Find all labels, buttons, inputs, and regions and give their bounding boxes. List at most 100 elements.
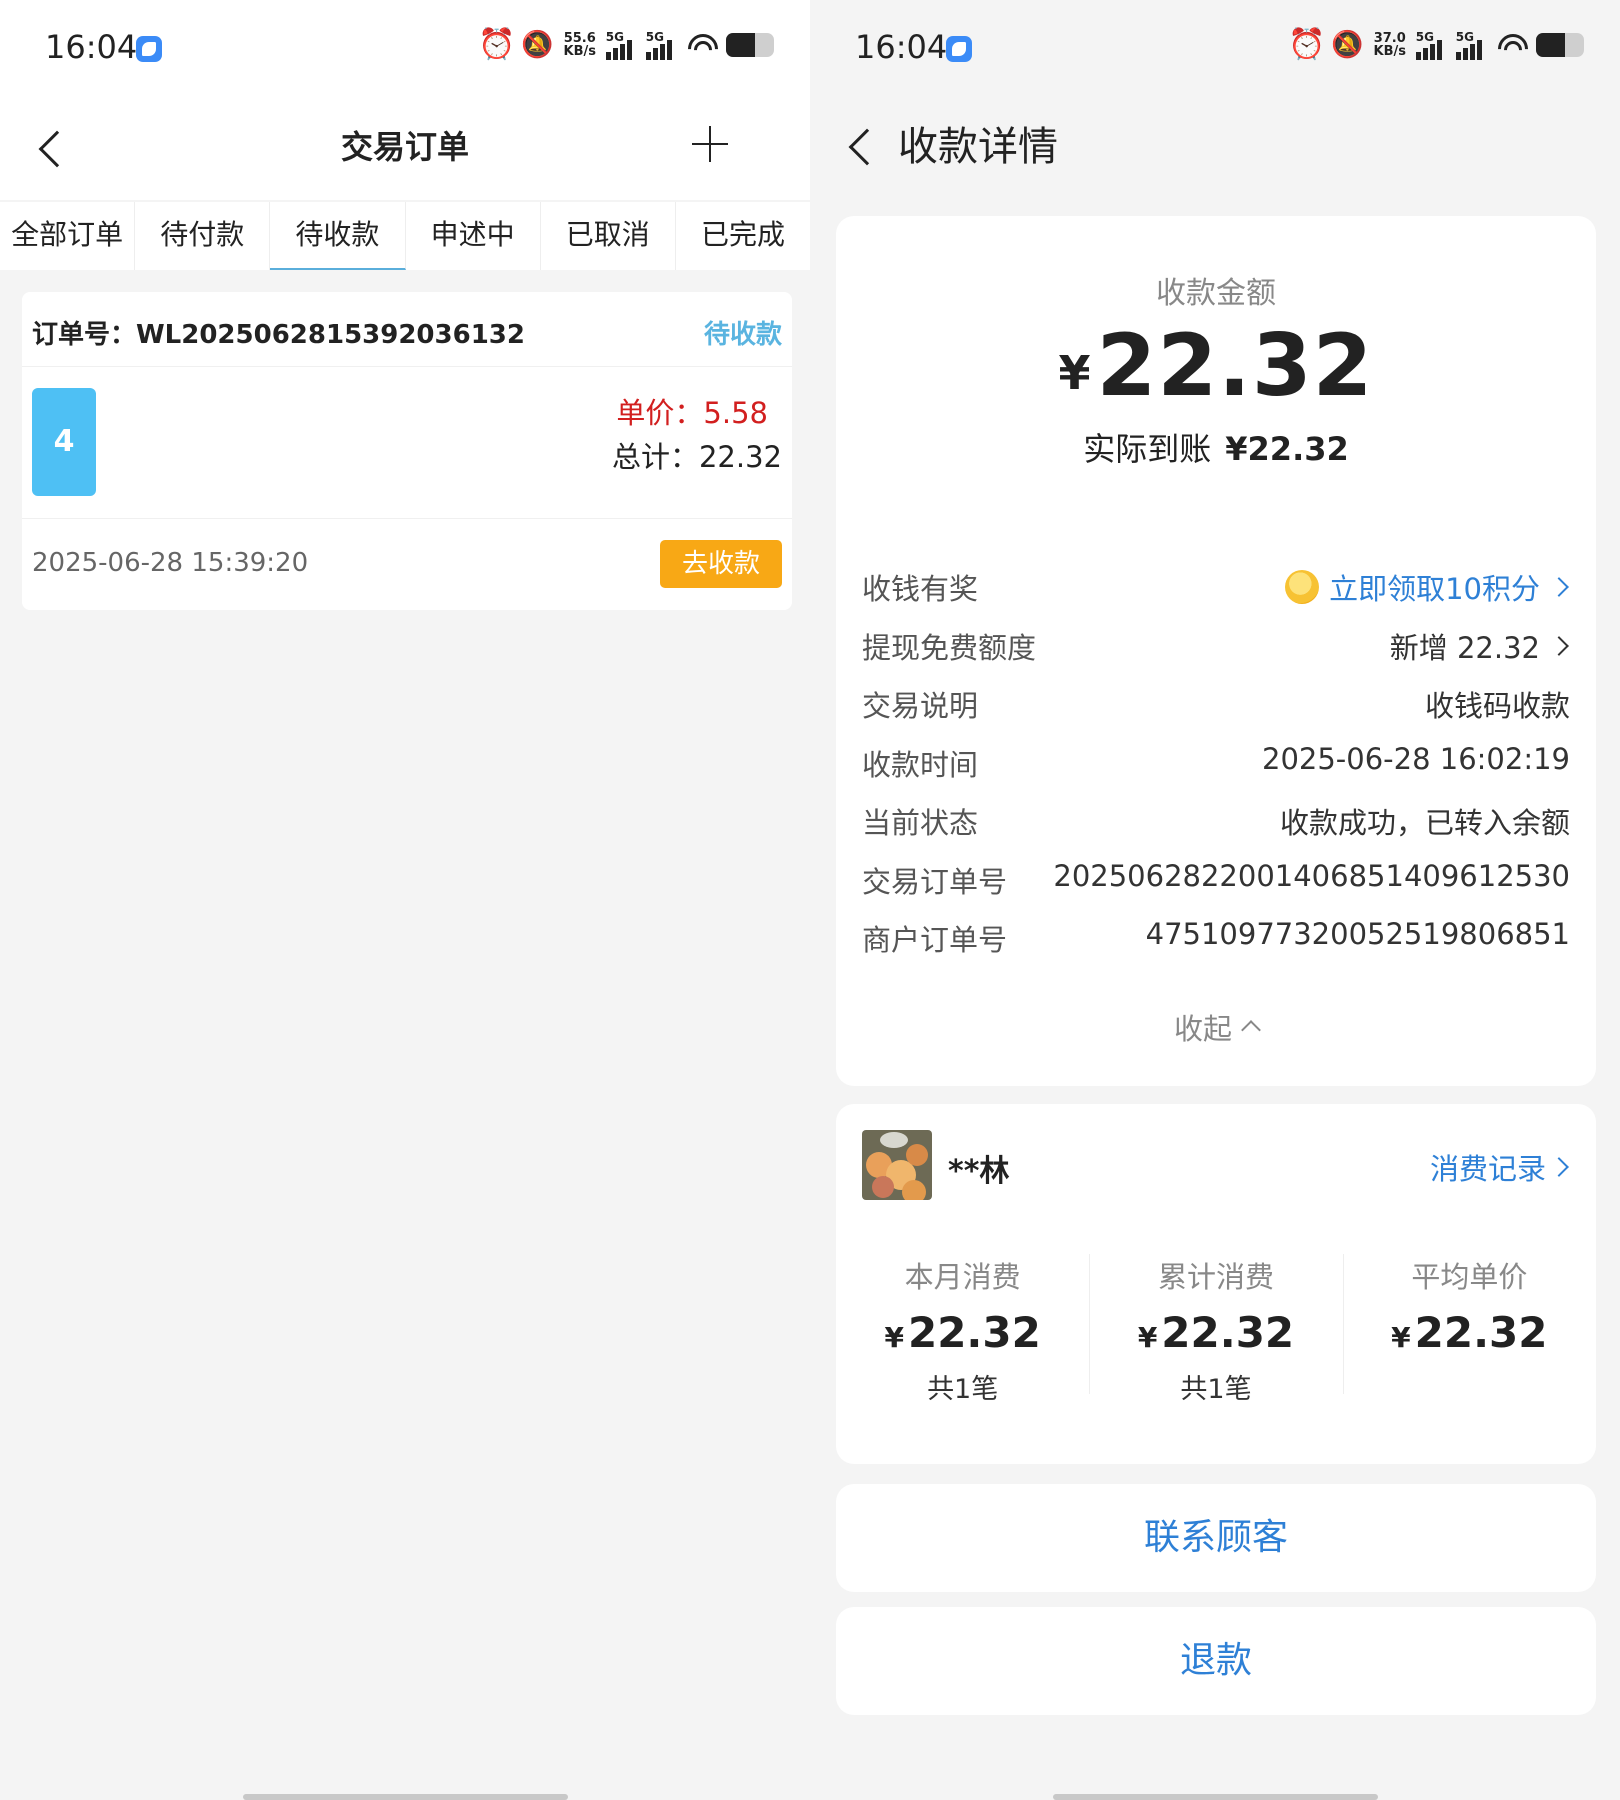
signal-icon: 5G bbox=[1415, 30, 1450, 60]
contact-customer-button[interactable]: 联系顾客 bbox=[836, 1484, 1596, 1592]
app-notification-icon bbox=[136, 36, 162, 62]
status-bar: 16:04 ⏰ 🔕 55.6 KB/s 5G 5G bbox=[0, 0, 810, 96]
detail-value: 收钱码收款 bbox=[1424, 689, 1570, 723]
detail-label: 收款时间 bbox=[862, 747, 979, 782]
order-total: 总计：22.32 bbox=[611, 440, 782, 474]
page-title: 交易订单 bbox=[340, 128, 469, 166]
refund-button[interactable]: 退款 bbox=[836, 1607, 1596, 1715]
detail-row-time: 收款时间 2025-06-28 16:02:19 bbox=[862, 732, 1570, 791]
status-icons: ⏰ 🔕 55.6 KB/s 5G 5G bbox=[478, 30, 774, 60]
orders-screen: 16:04 ⏰ 🔕 55.6 KB/s 5G 5G 交易订单 全部订单 待付款 … bbox=[0, 0, 810, 1800]
actual-received: 实际到账 ¥22.32 bbox=[836, 424, 1596, 470]
coin-icon bbox=[1285, 570, 1320, 604]
stat-label: 本月消费 bbox=[904, 1260, 1021, 1294]
home-indicator[interactable] bbox=[243, 1794, 568, 1800]
battery-icon bbox=[725, 33, 774, 57]
stat-label: 累计消费 bbox=[1157, 1260, 1274, 1294]
detail-value: 收款成功，已转入余额 bbox=[1279, 806, 1570, 840]
amount-card: 收款金额 ¥22.32 实际到账 ¥22.32 收钱有奖 立即领取10积分 提现免… bbox=[836, 216, 1596, 1086]
detail-value: 47510977320052519806851 bbox=[1145, 917, 1570, 951]
customer-card: **林 消费记录 本月消费 ¥22.32 共1笔 累计消费 ¥22.32 共1笔… bbox=[836, 1104, 1596, 1464]
collapse-label: 收起 bbox=[1173, 1012, 1232, 1046]
customer-name: **林 bbox=[948, 1154, 1010, 1189]
reward-link[interactable]: 立即领取10积分 bbox=[1285, 566, 1570, 608]
free-quota-link[interactable]: 新增 22.32 bbox=[1390, 625, 1570, 667]
signal-icon: 5G bbox=[1455, 30, 1490, 60]
tab-pending-payment[interactable]: 待付款 bbox=[135, 202, 271, 270]
detail-value: 新增 22.32 bbox=[1389, 630, 1540, 665]
stat-count: 共1笔 bbox=[1180, 1374, 1252, 1405]
detail-row-status: 当前状态 收款成功，已转入余额 bbox=[862, 790, 1570, 849]
amount-label: 收款金额 bbox=[1156, 276, 1276, 311]
amount-value: ¥22.32 bbox=[836, 316, 1596, 416]
signal-icon: 5G bbox=[605, 30, 640, 60]
battery-level bbox=[725, 33, 755, 57]
nav-bar: 交易订单 bbox=[0, 96, 810, 200]
back-button[interactable] bbox=[840, 120, 886, 170]
detail-label: 收钱有奖 bbox=[862, 572, 979, 606]
wifi-icon bbox=[685, 32, 720, 58]
purchase-records-link[interactable]: 消费记录 bbox=[1430, 1146, 1570, 1188]
detail-value: 立即领取10积分 bbox=[1329, 572, 1540, 606]
detail-row-free-quota[interactable]: 提现免费额度 新增 22.32 bbox=[862, 615, 1570, 674]
stat-value: ¥22.32 bbox=[1137, 1308, 1295, 1357]
chevron-up-icon bbox=[1241, 1020, 1261, 1040]
tab-all-orders[interactable]: 全部订单 bbox=[0, 202, 136, 270]
detail-row-trade-order-no: 交易订单号 20250628220014068514​09612530 bbox=[862, 849, 1570, 908]
divider bbox=[22, 518, 792, 519]
detail-value: 20250628220014068514​09612530 bbox=[1053, 858, 1570, 893]
collect-payment-button[interactable]: 去收款 bbox=[660, 540, 782, 588]
chevron-right-icon bbox=[1549, 1157, 1569, 1177]
mute-bell-icon: 🔕 bbox=[1331, 30, 1364, 60]
status-time: 16:04 bbox=[45, 28, 138, 66]
avatar bbox=[862, 1130, 932, 1200]
screen: 16:04 ⏰ 🔕 55.6 KB/s 5G 5G 交易订单 全部订单 待付款 … bbox=[0, 0, 1620, 1800]
detail-row-reward[interactable]: 收钱有奖 立即领取10积分 bbox=[862, 556, 1570, 615]
actual-received-label: 实际到账 bbox=[1083, 430, 1212, 468]
stat-this-month: 本月消费 ¥22.32 共1笔 bbox=[836, 1254, 1089, 1406]
order-number: 订单号：WL2025062815392036132 bbox=[32, 320, 525, 350]
status-icons: ⏰ 🔕 37.0 KB/s 5G 5G bbox=[1288, 30, 1584, 60]
stat-cumulative: 累计消费 ¥22.32 共1笔 bbox=[1089, 1254, 1342, 1406]
detail-row-merchant-order-no: 商户订单号 47510977320052519806851 bbox=[862, 907, 1570, 966]
status-bar: 16:04 ⏰ 🔕 37.0 KB/s 5G 5G bbox=[810, 0, 1620, 96]
stat-average-price: 平均单价 ¥22.32 bbox=[1342, 1254, 1596, 1406]
stat-count: 共1笔 bbox=[927, 1374, 999, 1405]
add-icon[interactable] bbox=[692, 126, 728, 162]
detail-value: 2025-06-28 16:02:19 bbox=[1262, 741, 1570, 776]
detail-label: 提现免费额度 bbox=[862, 630, 1037, 665]
stat-value: ¥22.32 bbox=[884, 1308, 1041, 1357]
detail-row-description: 交易说明 收钱码收款 bbox=[862, 673, 1570, 732]
stat-label: 平均单价 bbox=[1411, 1260, 1528, 1294]
alarm-icon: ⏰ bbox=[1288, 27, 1326, 62]
tab-in-appeal[interactable]: 申述中 bbox=[406, 202, 541, 270]
net-speed: 55.6 KB/s bbox=[563, 31, 596, 59]
payment-detail-screen: 16:04 ⏰ 🔕 37.0 KB/s 5G 5G 收款详情 收款金额 ¥22.… bbox=[810, 0, 1620, 1800]
detail-label: 交易说明 bbox=[862, 689, 979, 723]
tab-completed[interactable]: 已完成 bbox=[676, 202, 810, 270]
customer-stats: 本月消费 ¥22.32 共1笔 累计消费 ¥22.32 共1笔 平均单价 ¥22… bbox=[836, 1254, 1596, 1406]
currency-symbol: ¥ bbox=[1058, 346, 1091, 400]
mute-bell-icon: 🔕 bbox=[521, 30, 554, 60]
wifi-icon bbox=[1495, 32, 1530, 58]
tab-pending-collection[interactable]: 待收款 bbox=[270, 202, 406, 270]
home-indicator[interactable] bbox=[1053, 1794, 1378, 1800]
chevron-right-icon bbox=[1549, 635, 1569, 656]
order-tabs: 全部订单 待付款 待收款 申述中 已取消 已完成 bbox=[0, 202, 810, 270]
order-status: 待收款 bbox=[703, 320, 782, 350]
collapse-button[interactable]: 收起 bbox=[836, 1006, 1596, 1048]
page-title: 收款详情 bbox=[898, 124, 1058, 170]
battery-icon bbox=[1535, 33, 1584, 57]
detail-label: 商户订单号 bbox=[862, 923, 1008, 957]
signal-icon: 5G bbox=[645, 30, 680, 60]
battery-level bbox=[1535, 33, 1565, 57]
detail-label: 当前状态 bbox=[862, 806, 979, 840]
amount-number: 22.32 bbox=[1096, 316, 1374, 416]
detail-label: 交易订单号 bbox=[862, 864, 1008, 899]
chevron-right-icon bbox=[1549, 577, 1569, 597]
status-time: 16:04 bbox=[855, 28, 948, 66]
unit-price: 单价：5.58 bbox=[616, 396, 768, 430]
order-time: 2025-06-28 15:39:20 bbox=[32, 548, 309, 578]
order-card[interactable]: 订单号：WL2025062815392036132 待收款 4 单价：5.58 … bbox=[22, 292, 792, 610]
tab-cancelled[interactable]: 已取消 bbox=[541, 202, 676, 270]
